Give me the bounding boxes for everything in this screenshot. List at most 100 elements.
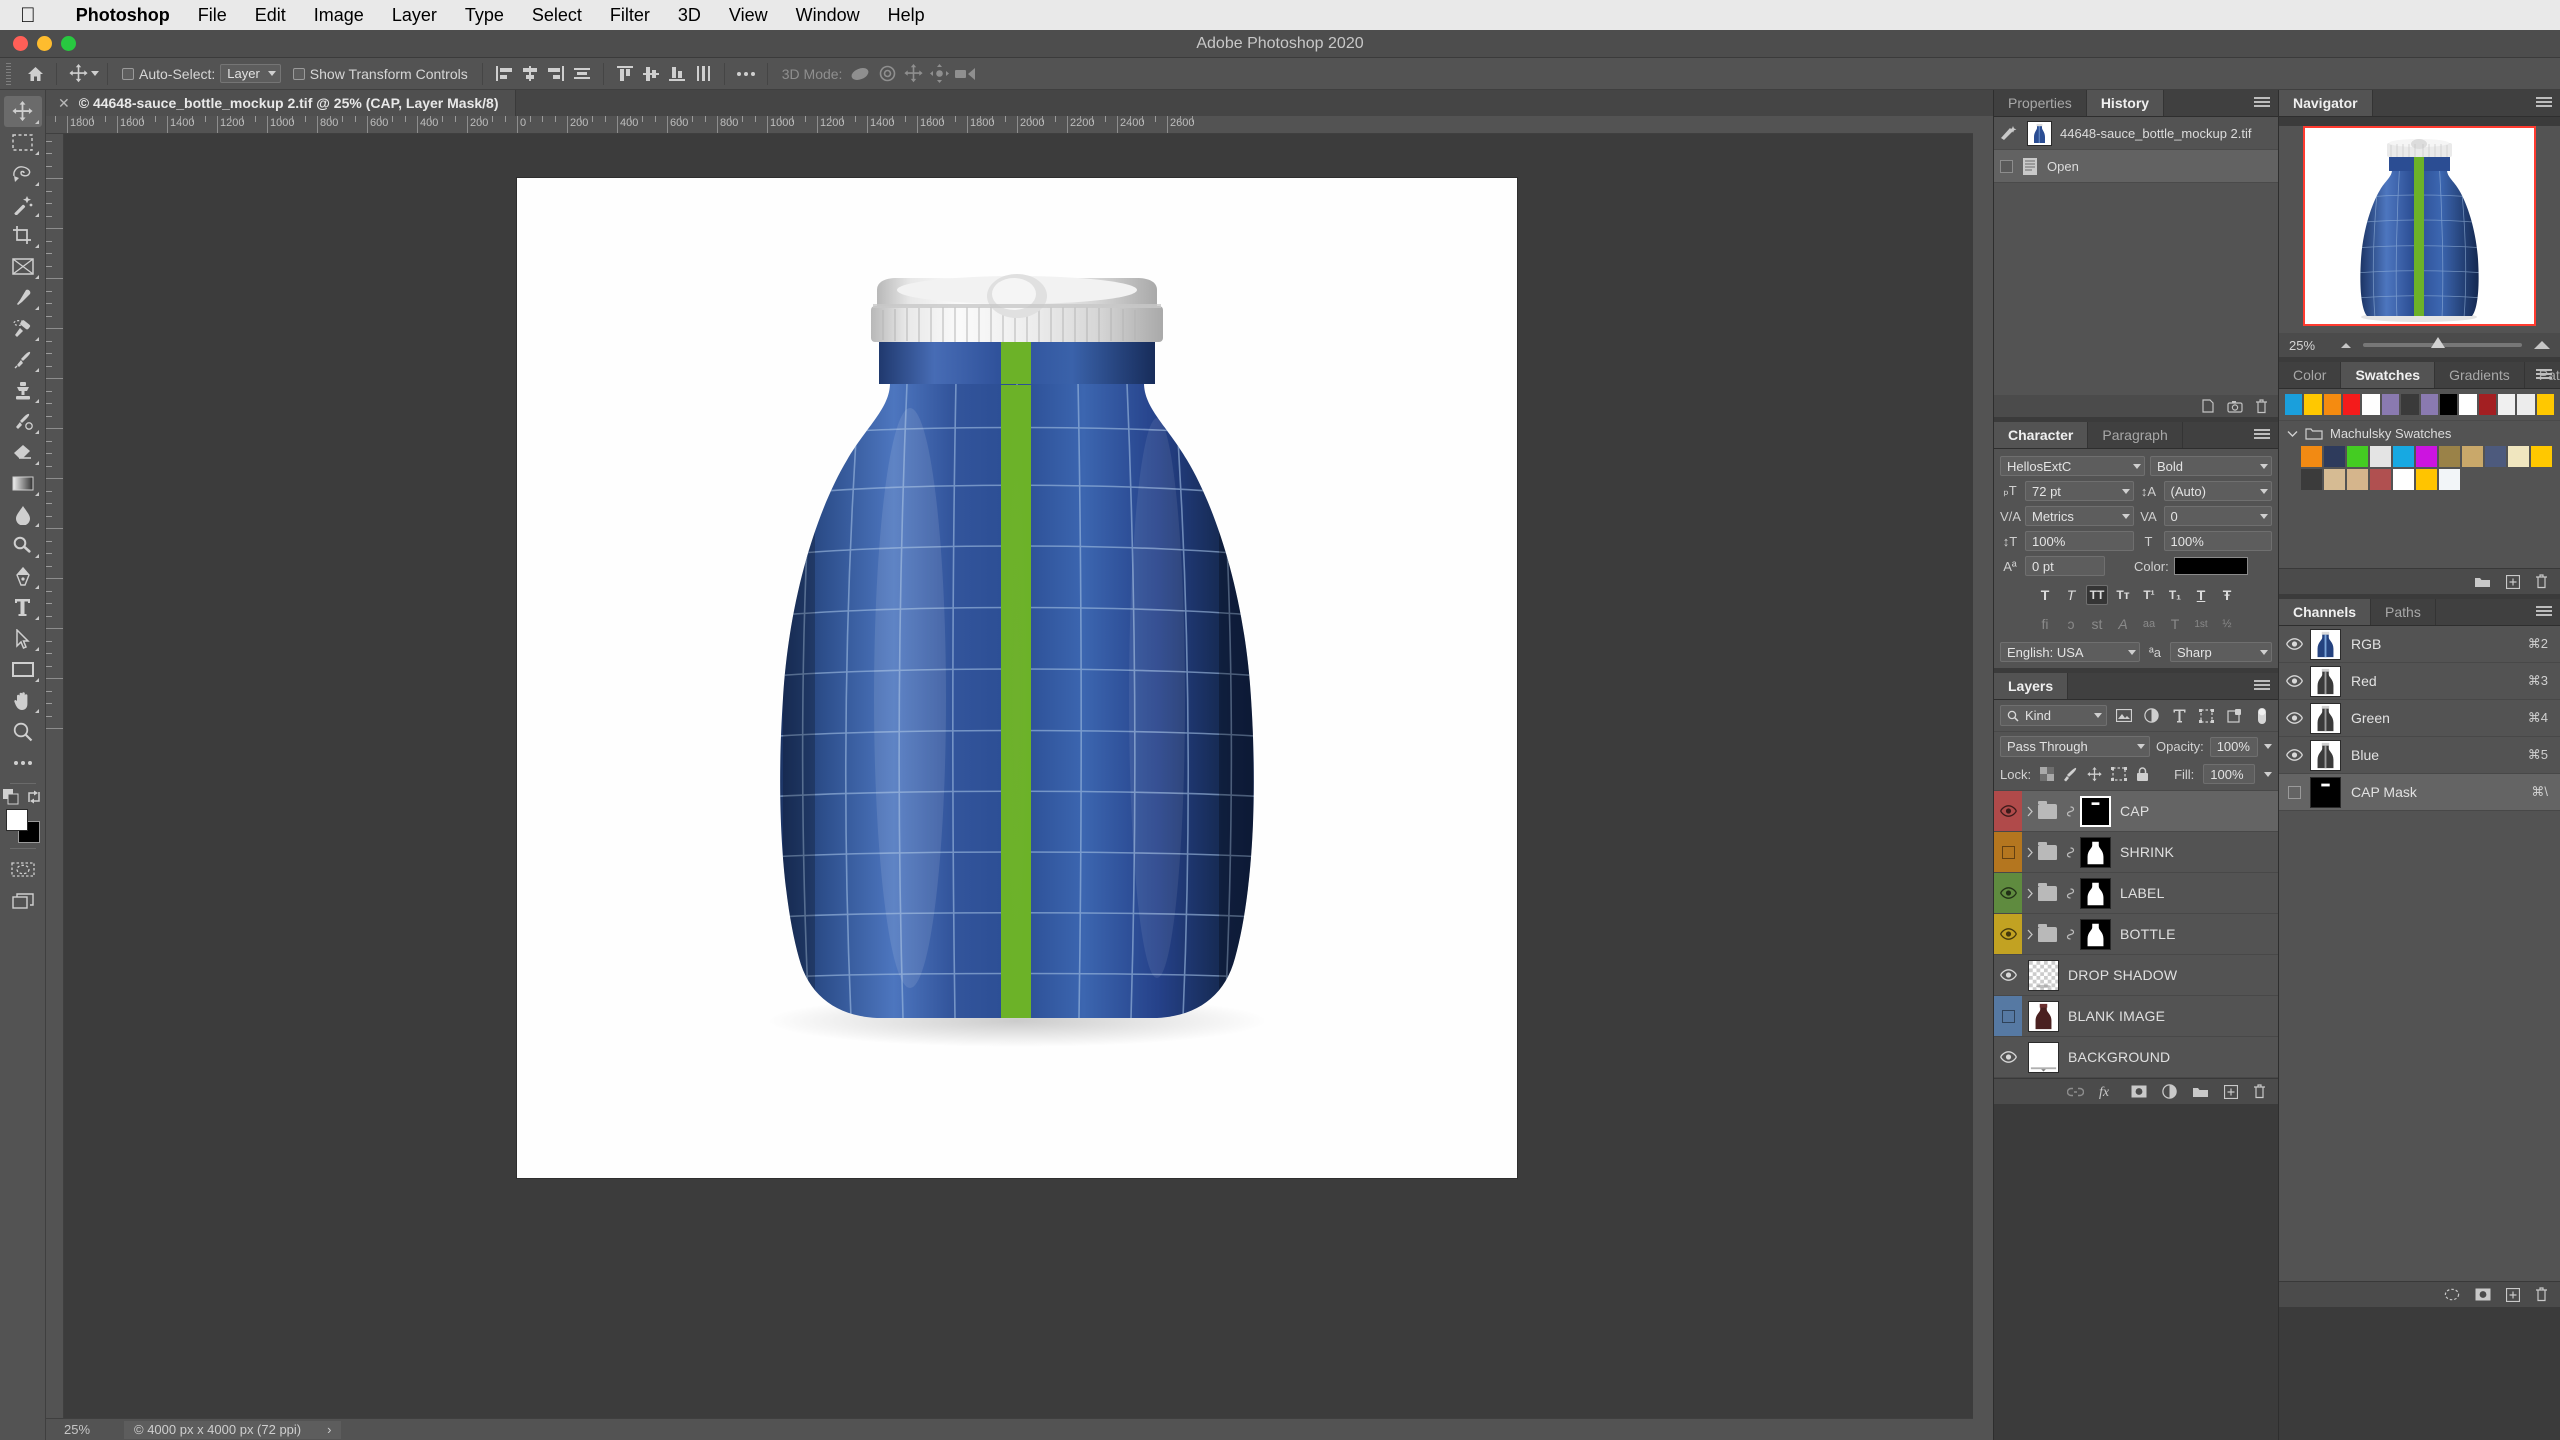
menu-file[interactable]: File [184, 5, 241, 26]
new-adjustment-layer-icon[interactable] [2162, 1084, 2177, 1099]
layer-hidden-icon[interactable] [2001, 845, 2015, 859]
group-swatch[interactable] [2439, 446, 2460, 467]
artboard[interactable] [517, 178, 1517, 1178]
layer-mask-thumbnail[interactable] [2080, 836, 2111, 868]
font-size-field[interactable]: 72 pt [2025, 481, 2134, 501]
eraser-tool[interactable] [4, 437, 42, 468]
delete-channel-icon[interactable] [2535, 1287, 2548, 1302]
tab-paragraph[interactable]: Paragraph [2088, 422, 2183, 448]
layer-row[interactable]: BOTTLE [1994, 914, 2278, 955]
horizontal-ruler[interactable]: 1800 1600 1400 1200 1000 800 600 400 200 0 200 400 6… [46, 116, 1973, 134]
ordinals-button[interactable]: 1st [2190, 614, 2212, 634]
strikethrough-button[interactable]: Ŧ [2216, 585, 2238, 605]
lock-artboard-nesting-icon[interactable] [2111, 767, 2128, 781]
contextual-alternates-button[interactable]: ɔ [2060, 614, 2082, 634]
document-tab[interactable]: ✕ © 44648-sauce_bottle_mockup 2.tif @ 25… [46, 90, 516, 116]
navigator-zoom-slider-handle[interactable] [2431, 337, 2446, 348]
slide-3d-icon[interactable] [926, 62, 952, 86]
panel-menu-icon[interactable] [2536, 97, 2552, 109]
menu-type[interactable]: Type [451, 5, 518, 26]
channel-visibility-toggle[interactable] [2279, 712, 2310, 724]
layer-row[interactable]: DROP SHADOW [1994, 955, 2278, 996]
group-swatch[interactable] [2393, 446, 2414, 467]
font-style-dropdown[interactable]: Bold [2150, 456, 2272, 476]
menu-3d[interactable]: 3D [664, 5, 715, 26]
fill-chevron-down-icon[interactable] [2264, 771, 2272, 777]
layer-row[interactable]: SHRINK [1994, 832, 2278, 873]
delete-layer-icon[interactable] [2253, 1084, 2266, 1099]
show-transform-controls-checkbox[interactable] [292, 67, 305, 80]
layer-hidden-icon[interactable] [2001, 1009, 2015, 1023]
channel-row[interactable]: Red ⌘3 [2279, 663, 2560, 700]
superscript-button[interactable]: T¹ [2138, 585, 2160, 605]
tab-paths[interactable]: Paths [2371, 599, 2436, 625]
group-swatch[interactable] [2370, 469, 2391, 490]
menu-select[interactable]: Select [518, 5, 596, 26]
move-tool-preset-caret[interactable] [91, 71, 99, 76]
tab-swatches[interactable]: Swatches [2341, 362, 2436, 388]
layer-link-icon[interactable] [2062, 846, 2075, 858]
foreground-background-color-swatches[interactable] [5, 809, 40, 843]
navigator-preview[interactable] [2303, 126, 2536, 326]
history-brush-source-checkbox[interactable] [2000, 159, 2013, 173]
chevron-right-icon[interactable]: › [327, 1422, 331, 1437]
load-channel-as-selection-icon[interactable] [2444, 1288, 2460, 1301]
group-swatch[interactable] [2393, 469, 2414, 490]
channel-hidden-icon[interactable] [2288, 785, 2301, 799]
menu-window[interactable]: Window [782, 5, 874, 26]
recent-swatch[interactable] [2343, 394, 2361, 415]
discretionary-ligatures-button[interactable]: st [2086, 614, 2108, 634]
group-swatch[interactable] [2508, 446, 2529, 467]
history-state-open[interactable]: Open [1994, 150, 2278, 183]
layer-mask-thumbnail[interactable] [2028, 959, 2059, 991]
tab-character[interactable]: Character [1994, 422, 2089, 448]
panel-menu-icon[interactable] [2254, 429, 2270, 441]
layer-mask-thumbnail[interactable] [2080, 918, 2111, 950]
hand-tool[interactable] [4, 685, 42, 716]
tab-history[interactable]: History [2086, 90, 2165, 116]
tab-color[interactable]: Color [2279, 362, 2342, 388]
menu-layer[interactable]: Layer [378, 5, 451, 26]
layer-visibility-toggle[interactable] [1994, 832, 2022, 872]
magic-wand-tool[interactable] [4, 189, 42, 220]
auto-select-scope-dropdown[interactable]: Layer [220, 64, 281, 83]
leading-field[interactable]: (Auto) [2163, 481, 2272, 501]
blend-mode-dropdown[interactable]: Pass Through [2000, 736, 2150, 757]
group-swatch[interactable] [2324, 446, 2345, 467]
group-swatch[interactable] [2462, 446, 2483, 467]
edit-toolbar-tool[interactable] [4, 747, 42, 778]
recent-swatch[interactable] [2304, 394, 2322, 415]
new-swatch-icon[interactable] [2506, 574, 2520, 589]
adjustment-layers-filter-icon[interactable] [2142, 706, 2163, 726]
delete-swatch-icon[interactable] [2535, 574, 2548, 589]
subscript-button[interactable]: T₁ [2164, 585, 2186, 605]
minimize-window-button[interactable] [37, 36, 52, 51]
foreground-color-swatch[interactable] [5, 809, 28, 831]
tab-properties[interactable]: Properties [1994, 90, 2087, 116]
orbit-3d-icon[interactable] [848, 62, 874, 86]
navigator-zoom-value[interactable]: 25% [2279, 338, 2341, 353]
layer-link-icon[interactable] [2062, 928, 2075, 940]
roll-3d-icon[interactable] [874, 62, 900, 86]
all-caps-button[interactable]: TT [2086, 585, 2108, 605]
group-swatch[interactable] [2416, 446, 2437, 467]
group-swatch[interactable] [2301, 446, 2322, 467]
new-layer-icon[interactable] [2224, 1084, 2238, 1099]
channel-row[interactable]: Blue ⌘5 [2279, 737, 2560, 774]
opacity-field[interactable]: 100% [2209, 736, 2258, 757]
close-icon[interactable]: ✕ [58, 95, 70, 112]
tab-layers[interactable]: Layers [1994, 673, 2069, 699]
new-channel-icon[interactable] [2506, 1287, 2520, 1302]
filter-toggle-icon[interactable] [2252, 706, 2273, 726]
recent-swatch[interactable] [2459, 394, 2477, 415]
menu-image[interactable]: Image [300, 5, 378, 26]
panel-menu-icon[interactable] [2536, 606, 2552, 618]
expand-group-icon[interactable] [2026, 929, 2034, 940]
titling-alternates-button[interactable]: T [2164, 614, 2186, 634]
layer-style-fx-icon[interactable]: fx [2099, 1084, 2116, 1099]
channel-visibility-toggle[interactable] [2279, 638, 2310, 650]
layer-filter-kind-dropdown[interactable]: Kind [2000, 705, 2107, 726]
spot-healing-brush-tool[interactable] [4, 313, 42, 344]
lasso-tool[interactable] [4, 158, 42, 189]
recent-swatch[interactable] [2536, 394, 2555, 415]
